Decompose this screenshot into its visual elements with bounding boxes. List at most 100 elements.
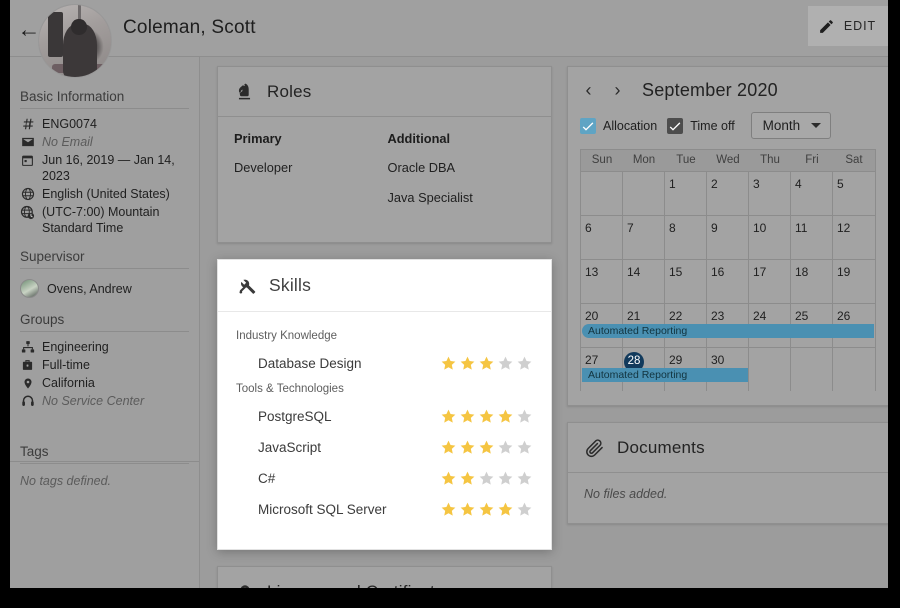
star-icon[interactable] (516, 408, 533, 425)
calendar-day-cell[interactable]: 5 (833, 171, 875, 215)
skill-rating-stars[interactable] (440, 408, 533, 425)
allocation-checkbox[interactable]: Allocation (580, 118, 657, 134)
star-icon[interactable] (440, 501, 457, 518)
star-icon[interactable] (497, 439, 514, 456)
calendar-view-value: Month (763, 118, 801, 133)
calendar-day-cell[interactable]: 2 (707, 171, 749, 215)
star-icon[interactable] (497, 501, 514, 518)
star-icon[interactable] (478, 470, 495, 487)
chess-knight-icon (234, 81, 255, 102)
basic-info-value: ENG0074 (42, 116, 189, 132)
calendar-day-number: 3 (753, 177, 760, 191)
calendar-day-cell[interactable]: 9 (707, 215, 749, 259)
calendar-day-cell[interactable]: 1 (665, 171, 707, 215)
skill-rating-stars[interactable] (440, 439, 533, 456)
star-icon[interactable] (497, 355, 514, 372)
calendar-day-cell[interactable]: 10 (749, 215, 791, 259)
skill-rating-stars[interactable] (440, 470, 533, 487)
star-icon[interactable] (440, 408, 457, 425)
globe-clock-icon (20, 204, 35, 220)
calendar-event-bar[interactable]: Automated Reporting (582, 324, 874, 338)
calendar-day-cell[interactable]: 19 (833, 259, 875, 303)
star-icon[interactable] (478, 355, 495, 372)
group-row[interactable]: No Service Center (20, 392, 189, 410)
star-icon[interactable] (459, 439, 476, 456)
calendar-day-number: 18 (795, 265, 808, 279)
calendar-day-cell[interactable] (581, 171, 623, 215)
calendar-day-cell[interactable]: 16 (707, 259, 749, 303)
star-icon[interactable] (440, 470, 457, 487)
calendar-day-cell[interactable] (833, 347, 875, 391)
group-row[interactable]: Full-time (20, 356, 189, 374)
license-card-title: License and Certificates (267, 582, 453, 589)
skill-row[interactable]: JavaScript (236, 432, 533, 463)
skill-rating-stars[interactable] (440, 355, 533, 372)
group-row[interactable]: California (20, 374, 189, 392)
role-value: Developer (234, 160, 382, 175)
calendar-day-cell[interactable]: 11 (791, 215, 833, 259)
calendar-day-cell[interactable]: 3 (749, 171, 791, 215)
star-icon[interactable] (478, 501, 495, 518)
skills-card-body: Industry KnowledgeDatabase DesignTools &… (218, 312, 551, 549)
calendar-day-cell[interactable]: 13 (581, 259, 623, 303)
star-icon[interactable] (497, 408, 514, 425)
timeoff-checkbox[interactable]: Time off (667, 118, 734, 134)
calendar-day-cell[interactable]: 18 (791, 259, 833, 303)
skill-row[interactable]: PostgreSQL (236, 401, 533, 432)
calendar-view-select[interactable]: Month (751, 112, 832, 139)
page-header: ← Coleman, Scott EDIT (10, 0, 888, 57)
calendar-day-number: 19 (837, 265, 850, 279)
star-icon[interactable] (516, 501, 533, 518)
calendar-day-number: 12 (837, 221, 850, 235)
main-column-right: ‹ › September 2020 Allocation (567, 66, 888, 540)
role-value: Oracle DBA (388, 160, 536, 175)
chevron-left-icon[interactable]: ‹ (580, 79, 597, 101)
calendar-day-header: Mon (623, 150, 665, 171)
skill-row[interactable]: Database Design (236, 348, 533, 379)
star-icon[interactable] (459, 470, 476, 487)
skills-card: Skills Industry Knowledge Database Design… (217, 259, 552, 550)
calendar-day-cell[interactable]: 4 (791, 171, 833, 215)
star-icon[interactable] (440, 355, 457, 372)
star-icon[interactable] (459, 408, 476, 425)
calendar-grid: SunMonTueWedThuFriSat 123456789101112131… (580, 149, 876, 391)
calendar-day-cell[interactable]: 12 (833, 215, 875, 259)
calendar-day-cell[interactable] (791, 347, 833, 391)
star-icon[interactable] (478, 439, 495, 456)
calendar-day-cell[interactable]: 7 (623, 215, 665, 259)
calendar-day-number: 24 (753, 309, 766, 323)
skill-row[interactable]: C# (236, 463, 533, 494)
star-icon[interactable] (516, 355, 533, 372)
skill-group-label: Industry Knowledge (236, 330, 533, 342)
chevron-right-icon[interactable]: › (609, 79, 626, 101)
edit-button[interactable]: EDIT (808, 6, 888, 46)
calendar-day-cell[interactable] (623, 171, 665, 215)
star-icon[interactable] (459, 501, 476, 518)
calendar-day-cell[interactable]: 14 (623, 259, 665, 303)
calendar-day-cell[interactable]: 8 (665, 215, 707, 259)
star-icon[interactable] (497, 470, 514, 487)
roles-additional-values: Oracle DBAJava Specialist (388, 160, 536, 205)
documents-card-body: No files added. (568, 473, 888, 523)
calendar-event-bar[interactable]: Automated Reporting (582, 368, 748, 382)
star-icon[interactable] (459, 355, 476, 372)
star-icon[interactable] (440, 439, 457, 456)
skill-rating-stars[interactable] (440, 501, 533, 518)
group-row[interactable]: Engineering (20, 338, 189, 356)
skills-card-header: Skills (218, 260, 551, 312)
calendar-day-cell[interactable]: 17 (749, 259, 791, 303)
supervisor-row[interactable]: Ovens, Andrew (20, 275, 189, 300)
calendar-day-cell[interactable]: 15 (665, 259, 707, 303)
star-icon[interactable] (516, 470, 533, 487)
calendar-day-number: 4 (795, 177, 802, 191)
documents-empty-text: No files added. (584, 487, 872, 501)
calendar-day-cell[interactable] (749, 347, 791, 391)
calendar-week-row: 27282930Automated Reporting (581, 347, 875, 391)
star-icon[interactable] (478, 408, 495, 425)
skill-row[interactable]: Microsoft SQL Server (236, 494, 533, 525)
app-viewport: ← Coleman, Scott EDIT (10, 0, 888, 588)
calendar-day-cell[interactable]: 6 (581, 215, 623, 259)
calendar-day-number: 17 (753, 265, 766, 279)
skill-name: PostgreSQL (258, 409, 440, 424)
star-icon[interactable] (516, 439, 533, 456)
